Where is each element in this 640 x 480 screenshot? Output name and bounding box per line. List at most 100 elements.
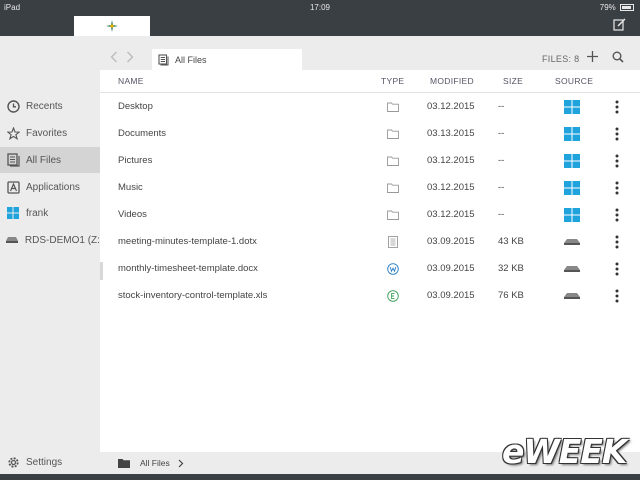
back-arrow-icon[interactable] — [110, 51, 118, 63]
windows-icon — [564, 180, 580, 195]
folder-icon — [387, 129, 399, 139]
more-options-icon[interactable] — [615, 154, 619, 168]
tab-label: All Files — [175, 54, 207, 65]
files-icon — [6, 153, 20, 167]
modified-date: 03.12.2015 — [427, 182, 475, 193]
search-icon[interactable] — [612, 51, 624, 63]
document-icon — [388, 235, 398, 248]
battery-percent: 79% — [599, 3, 616, 12]
folder-icon — [387, 183, 399, 193]
file-size: -- — [498, 155, 505, 166]
clock-icon — [6, 99, 20, 113]
file-name: Pictures — [118, 155, 153, 166]
file-size: -- — [498, 209, 505, 220]
sidebar-item-rds-demo1[interactable]: RDS-DEMO1 (Z:) — [0, 227, 100, 253]
sidebar: Recents Favorites All Files Applications… — [0, 36, 100, 480]
files-count: FILES: 8 — [542, 54, 580, 64]
eweek-watermark: eWEEK — [502, 432, 627, 471]
windows-icon — [564, 126, 580, 141]
column-header-source[interactable]: SOURCE — [555, 70, 593, 92]
modified-date: 03.12.2015 — [427, 209, 475, 220]
applications-icon — [6, 180, 20, 194]
column-header-modified[interactable]: MODIFIED — [430, 70, 474, 92]
file-browser: All Files FILES: 8 NAME TYPE MODIFIED SI… — [100, 36, 640, 452]
file-name: Music — [118, 182, 143, 193]
folder-icon — [387, 102, 399, 112]
file-size: -- — [498, 128, 505, 139]
battery-indicator: 79% — [600, 3, 634, 12]
sidebar-item-applications[interactable]: Applications — [0, 174, 100, 200]
sidebar-item-label: Favorites — [26, 127, 68, 139]
modified-date: 03.09.2015 — [427, 290, 475, 301]
file-name: stock-inventory-control-template.xls — [118, 290, 268, 301]
file-name: Documents — [118, 128, 167, 139]
folder-icon — [387, 210, 399, 220]
file-name: Videos — [118, 209, 147, 220]
file-name: Desktop — [118, 101, 153, 112]
windows-icon — [564, 207, 580, 222]
sidebar-item-label: frank — [26, 207, 49, 219]
more-options-icon[interactable] — [615, 289, 619, 303]
sidebar-item-frank[interactable]: frank — [0, 200, 100, 226]
more-options-icon[interactable] — [615, 235, 619, 249]
table-row[interactable]: Music 03.12.2015 -- — [100, 174, 640, 201]
sidebar-item-favorites[interactable]: Favorites — [0, 120, 100, 146]
more-options-icon[interactable] — [615, 262, 619, 276]
file-size: 32 KB — [498, 263, 524, 274]
windows-icon — [7, 207, 19, 219]
compose-icon[interactable] — [613, 18, 626, 31]
modified-date: 03.12.2015 — [427, 101, 475, 112]
drive-icon — [564, 238, 580, 245]
table-row[interactable]: meeting-minutes-template-1.dotx 03.09.20… — [100, 228, 640, 255]
status-bar: iPad 17:09 79% — [0, 0, 640, 14]
table-row[interactable]: Videos 03.12.2015 -- — [100, 201, 640, 228]
sidebar-item-label: Applications — [26, 181, 80, 193]
more-options-icon[interactable] — [615, 181, 619, 195]
table-row[interactable]: monthly-timesheet-template.docx 03.09.20… — [100, 255, 640, 282]
column-header-size[interactable]: SIZE — [503, 70, 523, 92]
sidebar-item-label: Recents — [26, 100, 63, 112]
nav-arrows — [110, 51, 134, 63]
browser-toolbar: All Files FILES: 8 — [100, 36, 640, 70]
tab-all-files[interactable]: All Files — [152, 49, 302, 70]
battery-icon — [620, 4, 634, 11]
chevron-right-icon[interactable] — [178, 459, 184, 468]
windows-icon — [564, 99, 580, 114]
folder-icon — [387, 156, 399, 166]
drive-icon — [564, 292, 580, 299]
more-options-icon[interactable] — [615, 127, 619, 141]
file-size: -- — [498, 101, 505, 112]
settings-label: Settings — [26, 456, 63, 468]
table-row[interactable]: Pictures 03.12.2015 -- — [100, 147, 640, 174]
sidebar-item-settings[interactable]: Settings — [0, 450, 100, 474]
star-icon — [6, 126, 20, 140]
forward-arrow-icon[interactable] — [126, 51, 134, 63]
file-size: -- — [498, 182, 505, 193]
windows-icon — [564, 153, 580, 168]
app-top-bar — [0, 14, 640, 36]
more-options-icon[interactable] — [615, 208, 619, 222]
excel-doc-icon — [387, 289, 399, 302]
app-logo-tab[interactable] — [74, 16, 150, 36]
add-icon[interactable] — [586, 50, 599, 63]
modified-date: 03.12.2015 — [427, 155, 475, 166]
row-selection-marker — [100, 262, 103, 280]
table-row[interactable]: stock-inventory-control-template.xls 03.… — [100, 282, 640, 309]
clock: 17:09 — [309, 3, 331, 12]
modified-date: 03.09.2015 — [427, 263, 475, 274]
folder-icon — [118, 459, 130, 468]
file-size: 43 KB — [498, 236, 524, 247]
more-options-icon[interactable] — [615, 100, 619, 114]
column-header-name[interactable]: NAME — [118, 70, 144, 92]
sidebar-item-label: All Files — [26, 154, 62, 166]
word-doc-icon — [387, 262, 399, 275]
column-header-type[interactable]: TYPE — [381, 70, 404, 92]
file-name: monthly-timesheet-template.docx — [118, 263, 258, 274]
table-row[interactable]: Desktop 03.12.2015 -- — [100, 93, 640, 120]
path-label: All Files — [140, 458, 170, 468]
app-logo-icon — [106, 20, 118, 32]
sidebar-item-all-files[interactable]: All Files — [0, 147, 100, 173]
table-row[interactable]: Documents 03.13.2015 -- — [100, 120, 640, 147]
sidebar-item-recents[interactable]: Recents — [0, 93, 100, 119]
bottom-bezel — [0, 474, 640, 480]
